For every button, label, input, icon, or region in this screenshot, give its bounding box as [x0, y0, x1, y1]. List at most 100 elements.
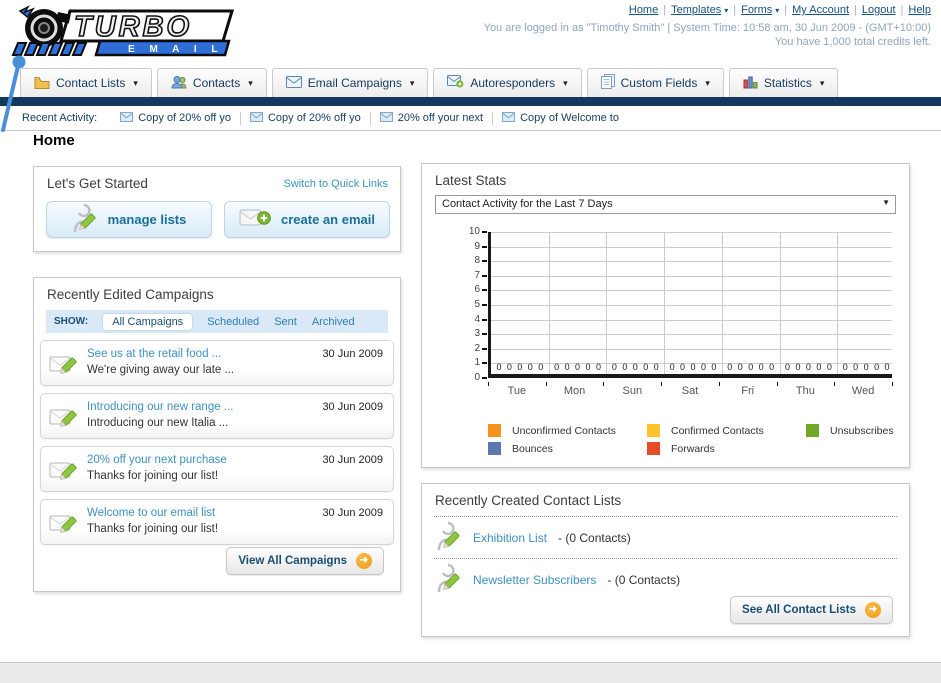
gridline	[837, 232, 839, 374]
bar-value: 0	[527, 362, 533, 372]
nav-separator: |	[733, 4, 737, 16]
gridline	[491, 334, 892, 336]
campaigns-filter-bar: SHOW: All Campaigns Scheduled Sent Archived	[46, 310, 388, 333]
chevron-down-icon: ▾	[563, 77, 568, 88]
chart-plot-area: 00000000000000000000000000000000000	[488, 232, 892, 378]
credits-info: You have 1,000 total credits left.	[774, 36, 931, 48]
filter-tab-sent[interactable]: Sent	[274, 316, 297, 328]
chevron-down-icon: ▾	[705, 77, 710, 88]
contact-lists-title: Recently Created Contact Lists	[435, 493, 622, 508]
top-link-home[interactable]: Home	[629, 4, 658, 16]
contact-list-link[interactable]: Newsletter Subscribers	[473, 573, 596, 587]
arrow-right-icon: ➜	[865, 602, 881, 618]
bar-value: 0	[795, 362, 801, 372]
chevron-down-icon: ▾	[248, 77, 253, 88]
bar-value: 0	[554, 362, 560, 372]
campaign-subtitle: Introducing our new Italia ...	[87, 417, 229, 429]
gridline	[491, 261, 892, 263]
tab-custom-fields[interactable]: Custom Fields ▾	[586, 68, 724, 97]
top-link-templates[interactable]: Templates	[671, 4, 721, 16]
chevron-down-icon: ▾	[409, 77, 415, 88]
filter-tab-archived[interactable]: Archived	[312, 316, 355, 328]
bar-value: 0	[611, 362, 617, 372]
stats-icon	[743, 75, 758, 92]
mail-edit-icon	[49, 456, 79, 488]
y-axis-tick-label: 6	[474, 284, 480, 296]
person-edit-icon	[436, 521, 462, 554]
button-label: create an email	[281, 212, 375, 227]
tab-statistics[interactable]: Statistics ▾	[728, 68, 839, 97]
legend-swatch	[647, 442, 660, 455]
recent-activity-items: Copy of 20% off yo Copy of 20% off yo 20% …	[111, 111, 628, 125]
campaign-title-link[interactable]: See us at the retail food ...	[87, 348, 221, 360]
legend-swatch	[806, 424, 819, 437]
bar-value: 0	[517, 362, 523, 372]
tab-label: Email Campaigns	[307, 76, 402, 90]
view-all-campaigns-button[interactable]: View All Campaigns ➜	[226, 547, 384, 575]
recent-activity-item-label: 20% off your next	[397, 112, 484, 124]
tab-label: Statistics	[763, 76, 812, 90]
address-book-icon	[34, 75, 50, 92]
bar-value-labels: 00000	[780, 362, 838, 372]
x-axis-category-label: Sat	[681, 385, 699, 397]
campaign-list: See us at the retail food ... We're givin…	[40, 340, 394, 552]
gridline	[779, 232, 781, 374]
person-edit-icon	[72, 203, 98, 236]
see-all-contact-lists-button[interactable]: See All Contact Lists ➜	[730, 596, 893, 624]
nav-separator: |	[663, 4, 667, 16]
gridline	[664, 232, 666, 374]
tab-contacts[interactable]: Contacts ▾	[156, 68, 267, 97]
bar-value-labels: 00000	[606, 362, 664, 372]
create-an-email-button[interactable]: create an email	[224, 201, 390, 238]
gridline	[491, 290, 892, 292]
x-axis-tick	[892, 382, 893, 386]
campaign-title-link[interactable]: Welcome to our email list	[87, 507, 215, 519]
bar-value: 0	[884, 362, 890, 372]
campaign-subtitle: We're giving away our late ...	[87, 364, 235, 376]
stats-select-wrap: Contact Activity for the Last 7 Days	[435, 194, 896, 214]
campaign-title-link[interactable]: Introducing our new range ...	[87, 401, 233, 413]
bar-value: 0	[622, 362, 628, 372]
bar-value: 0	[785, 362, 791, 372]
gridline	[491, 305, 892, 306]
bar-value: 0	[575, 362, 581, 372]
stats-activity-select[interactable]: Contact Activity for the Last 7 Days	[435, 194, 896, 214]
bar-value: 0	[748, 362, 754, 372]
bar-value: 0	[653, 362, 659, 372]
contact-list-row: Newsletter Subscribers - (0 Contacts)	[434, 558, 897, 600]
top-link-my-account[interactable]: My Account	[792, 4, 849, 16]
contact-list-link[interactable]: Exhibition List	[473, 531, 547, 545]
switch-to-quick-links-link[interactable]: Switch to Quick Links	[283, 178, 388, 190]
nav-divider-bar	[0, 97, 941, 106]
tab-label: Contact Lists	[56, 76, 126, 90]
recent-activity-item[interactable]: 20% off your next	[369, 111, 492, 125]
get-started-panel: Let's Get Started Switch to Quick Links …	[33, 166, 401, 252]
filter-tab-all-campaigns[interactable]: All Campaigns	[103, 313, 193, 330]
campaign-title-link[interactable]: 20% off your next purchase	[87, 454, 227, 466]
recent-activity-item[interactable]: Copy of 20% off yo	[239, 111, 370, 125]
tab-autoresponders[interactable]: Autoresponders ▾	[433, 68, 582, 97]
top-link-logout[interactable]: Logout	[862, 4, 896, 16]
gridline	[491, 246, 892, 248]
legend-item: Forwards	[647, 442, 806, 455]
y-axis-tick-label: 9	[474, 240, 480, 252]
tab-email-campaigns[interactable]: Email Campaigns ▾	[271, 68, 429, 97]
bar-value-labels: 00000	[837, 362, 895, 372]
recent-activity-item[interactable]: Copy of 20% off yo	[111, 111, 240, 125]
bar-value: 0	[816, 362, 822, 372]
main-nav-tabs: Contact Lists ▾ Contacts ▾ Email Campaigns ▾ A…	[20, 68, 839, 97]
recent-activity-item[interactable]: Copy of Welcome to	[492, 111, 628, 125]
bar-value: 0	[595, 362, 601, 372]
contact-list-items: Exhibition List - (0 Contacts) Newsletter …	[434, 516, 897, 600]
tab-contact-lists[interactable]: Contact Lists ▾	[20, 68, 152, 97]
top-link-help[interactable]: Help	[908, 4, 931, 16]
turbo-email-logo[interactable]: TURBO E M A I L	[10, 3, 238, 59]
bar-value: 0	[769, 362, 775, 372]
manage-lists-button[interactable]: manage lists	[46, 201, 212, 238]
gridline	[548, 232, 550, 374]
filter-tab-scheduled[interactable]: Scheduled	[207, 316, 259, 328]
stats-panel: Latest Stats Contact Activity for the La…	[421, 163, 910, 468]
top-link-forms[interactable]: Forms	[741, 4, 772, 16]
legend-swatch	[488, 424, 501, 437]
gridline	[606, 232, 608, 374]
